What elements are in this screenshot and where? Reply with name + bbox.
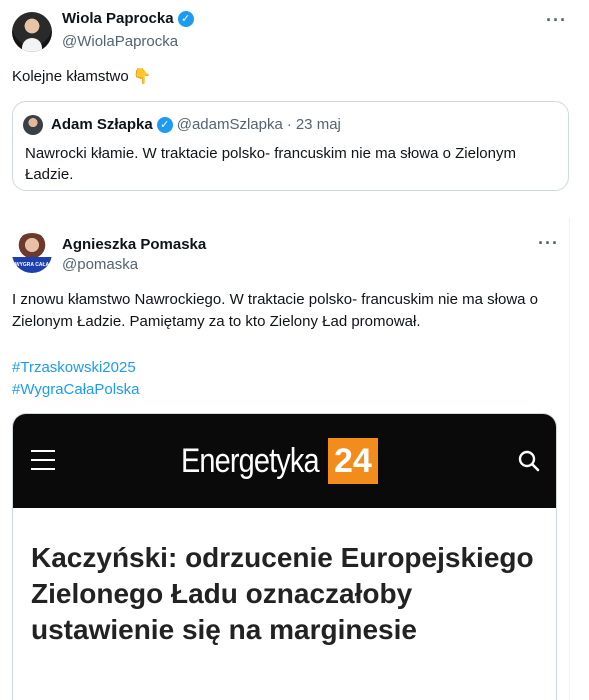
quoted-tweet-card[interactable]: Adam Szłapka ✓ @adamSzlapka · 23 maj Naw…: [12, 101, 569, 191]
brand-number: 24: [328, 438, 378, 484]
timeline-divider: [569, 218, 570, 700]
hashtag-list: #Trzaskowski2025 #WygraCałaPolska: [12, 357, 139, 401]
card-headline: Kaczyński: odrzucenie Europejskiego Ziel…: [31, 542, 534, 645]
more-options-button[interactable]: ···: [546, 10, 567, 31]
search-icon: [518, 450, 540, 472]
verified-badge-icon: ✓: [177, 10, 194, 27]
tweet-text: I znowu kłamstwo Nawrockiego. W traktaci…: [12, 291, 539, 330]
quoted-handle: @adamSzlapka: [176, 116, 283, 133]
tweet-text-body: Kolejne kłamstwo: [12, 68, 129, 85]
hashtag-link[interactable]: #Trzaskowski2025: [12, 357, 139, 379]
tweet-text: Kolejne kłamstwo 👇: [12, 66, 152, 88]
avatar-badge: WYGRA CAŁA POLSKA: [12, 257, 52, 273]
more-options-button[interactable]: ···: [538, 233, 559, 254]
quoted-tweet-text: Nawrocki kłamie. W traktacie polsko- fra…: [25, 145, 516, 183]
author-handle[interactable]: @pomaska: [62, 256, 138, 273]
avatar[interactable]: WYGRA CAŁA POLSKA: [12, 233, 52, 273]
quoted-date: 23 maj: [295, 116, 341, 133]
author-name[interactable]: Wiola Paprocka ✓: [62, 10, 194, 27]
hashtag-link[interactable]: #WygraCałaPolska: [12, 379, 139, 401]
quoted-author-name: Adam Szłapka: [51, 116, 153, 133]
pointing-down-emoji-icon: 👇: [132, 68, 152, 85]
author-name[interactable]: Agnieszka Pomaska: [62, 236, 206, 253]
brand-logo: Energetyka 24: [181, 438, 378, 484]
menu-icon: [31, 450, 55, 470]
separator-dot: ·: [286, 116, 292, 133]
quoted-avatar: [23, 115, 43, 135]
author-handle[interactable]: @WiolaPaprocka: [62, 33, 178, 50]
card-header-bar: Energetyka 24: [13, 414, 556, 508]
quoted-tweet-header: Adam Szłapka ✓ @adamSzlapka · 23 maj: [51, 116, 341, 133]
avatar[interactable]: [12, 12, 52, 52]
verified-badge-icon: ✓: [156, 116, 173, 133]
link-preview-card[interactable]: Energetyka 24 Kaczyński: odrzucenie Euro…: [12, 413, 557, 700]
author-name-text[interactable]: Wiola Paprocka: [62, 10, 174, 27]
brand-name: Energetyka: [181, 441, 320, 480]
